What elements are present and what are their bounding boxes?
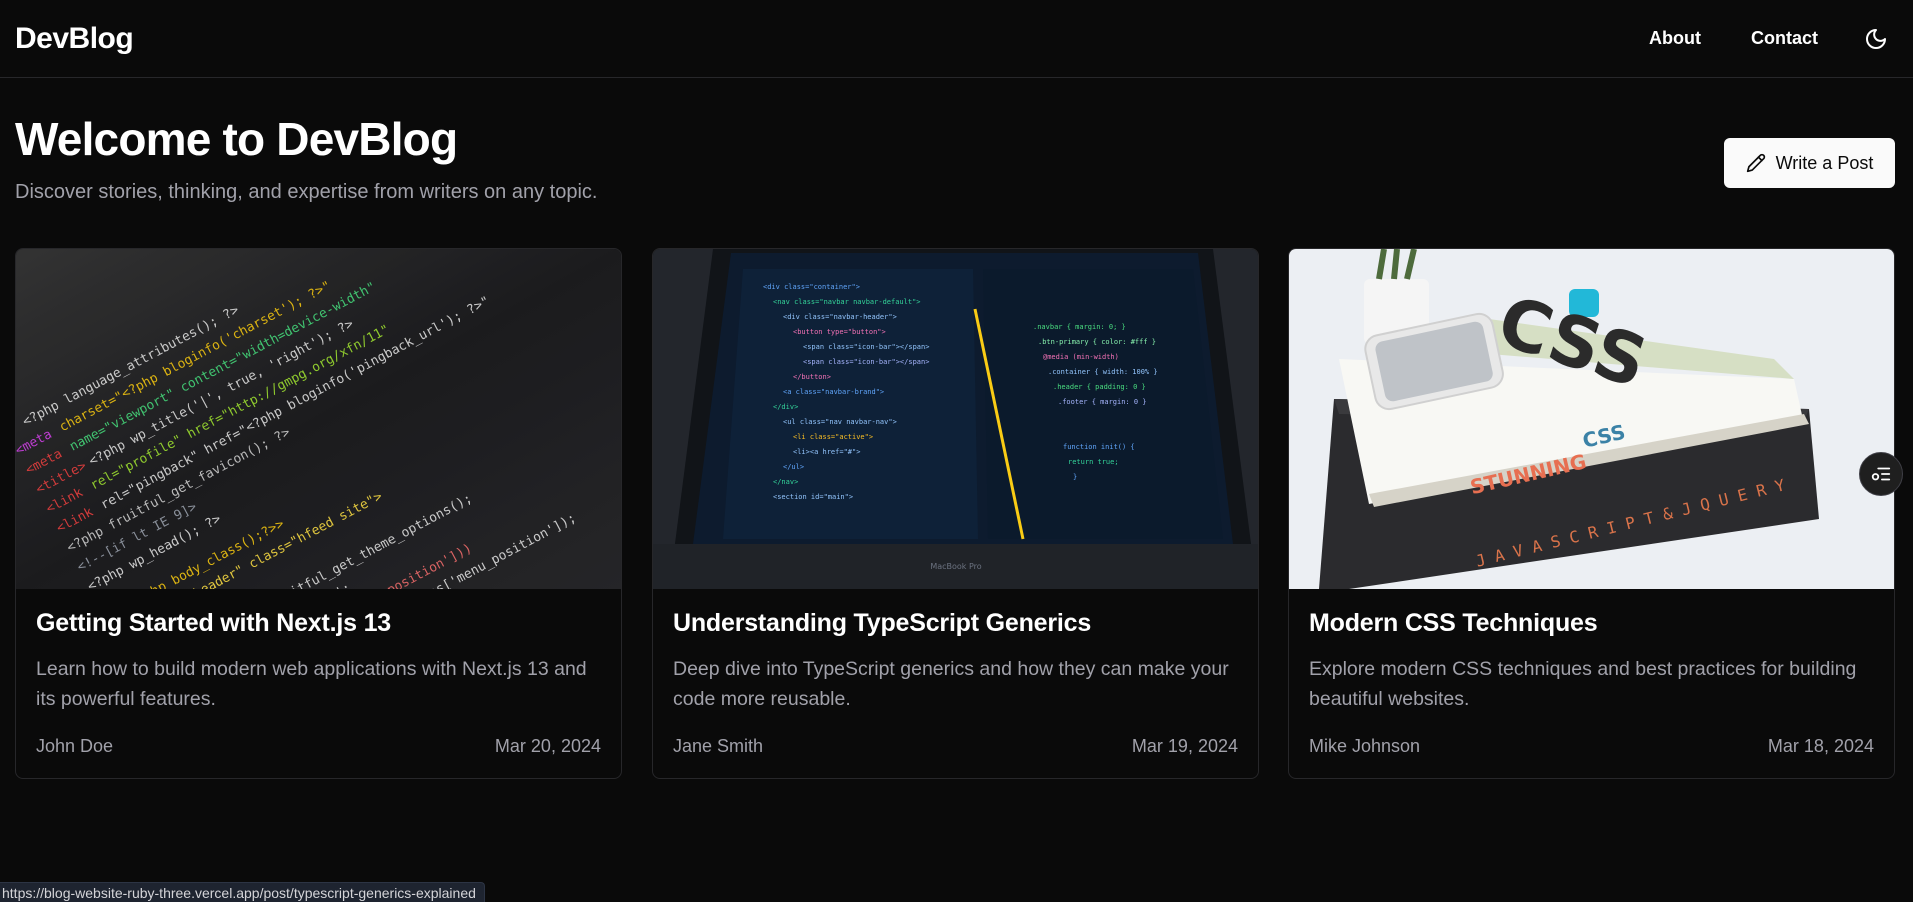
post-author: Mike Johnson <box>1309 736 1421 756</box>
list-filter-icon <box>1871 467 1891 481</box>
page-title: Welcome to DevBlog <box>15 113 458 165</box>
moon-icon <box>1866 28 1886 49</box>
post-card[interactable]: <div class="container"> <nav class="navb… <box>652 248 1259 779</box>
svg-text:<button type="button">: <button type="button"> <box>793 328 886 336</box>
svg-text:return true;: return true; <box>1068 458 1119 466</box>
svg-text:.navbar { margin: 0; }: .navbar { margin: 0; } <box>1033 323 1126 331</box>
site-header: DevBlog About Contact <box>0 0 1913 78</box>
svg-text:<ul class="nav navbar-nav">: <ul class="nav navbar-nav"> <box>783 418 897 426</box>
post-meta: John Doe Mar 20, 2024 <box>36 736 601 757</box>
status-bar-url: https://blog-website-ruby-three.vercel.a… <box>0 882 485 902</box>
post-date: Mar 20, 2024 <box>494 736 601 756</box>
post-card[interactable]: J A V A S C R I P T & J Q U E R Y STUNNI… <box>1288 248 1895 779</box>
nav-link-contact[interactable]: Contact <box>1751 28 1818 49</box>
svg-text:</nav>: </nav> <box>773 478 798 486</box>
write-post-button[interactable]: Write a Post <box>1724 138 1895 188</box>
svg-text:.footer { margin: 0 }: .footer { margin: 0 } <box>1058 398 1147 406</box>
svg-text:</button>: </button> <box>793 373 831 381</box>
svg-text:<nav class="navbar navbar-defa: <nav class="navbar navbar-default"> <box>773 298 921 306</box>
svg-text:}: } <box>1073 473 1077 481</box>
svg-text:.container { width: 100% }: .container { width: 100% } <box>1048 368 1158 376</box>
post-title[interactable]: Modern CSS Techniques <box>1309 609 1874 638</box>
post-date: Mar 19, 2024 <box>1131 736 1238 756</box>
post-card[interactable]: <?php language_attributes(); ?> <meta cha… <box>15 248 622 779</box>
post-excerpt: Deep dive into TypeScript generics and h… <box>673 658 1229 710</box>
svg-text:.btn-primary { color: #fff }: .btn-primary { color: #fff } <box>1038 338 1156 346</box>
svg-text:<a class="navbar-brand">: <a class="navbar-brand"> <box>783 388 884 396</box>
svg-text:</ul>: </ul> <box>783 463 804 471</box>
post-meta: Mike Johnson Mar 18, 2024 <box>1309 736 1874 757</box>
svg-text:<li><a href="#">: <li><a href="#"> <box>793 448 860 456</box>
post-card-body: Modern CSS Techniques Explore modern CSS… <box>1289 589 1894 714</box>
write-post-label: Write a Post <box>1775 152 1874 173</box>
svg-text:<span class="icon-bar"></span>: <span class="icon-bar"></span> <box>803 343 929 351</box>
post-date: Mar 18, 2024 <box>1767 736 1874 756</box>
post-author: Jane Smith <box>673 736 764 756</box>
nav-link-about[interactable]: About <box>1649 28 1701 49</box>
post-title[interactable]: Understanding TypeScript Generics <box>673 609 1238 638</box>
post-author: John Doe <box>36 736 114 756</box>
svg-text:<div class="navbar-header">: <div class="navbar-header"> <box>783 313 897 321</box>
svg-text:<li class="active">: <li class="active"> <box>793 433 873 441</box>
svg-text:@media (min-width): @media (min-width) <box>1043 353 1119 361</box>
page-subtitle: Discover stories, thinking, and expertis… <box>15 181 598 203</box>
post-cover-image: <?php language_attributes(); ?> <meta cha… <box>16 249 621 589</box>
svg-text:MacBook Pro: MacBook Pro <box>930 562 981 571</box>
svg-text:<section id="main">: <section id="main"> <box>773 493 853 501</box>
theme-toggle-button[interactable] <box>1858 21 1894 57</box>
post-excerpt: Explore modern CSS techniques and best p… <box>1309 658 1857 710</box>
post-excerpt: Learn how to build modern web applicatio… <box>36 658 587 710</box>
floating-menu-button[interactable] <box>1859 452 1903 496</box>
post-card-body: Understanding TypeScript Generics Deep d… <box>653 589 1258 714</box>
svg-text:</div>: </div> <box>773 403 798 411</box>
post-meta: Jane Smith Mar 19, 2024 <box>673 736 1238 757</box>
post-card-body: Getting Started with Next.js 13 Learn ho… <box>16 589 621 714</box>
post-title[interactable]: Getting Started with Next.js 13 <box>36 609 601 638</box>
svg-text:function init() {: function init() { <box>1063 443 1135 451</box>
svg-text:<span class="icon-bar"></span>: <span class="icon-bar"></span> <box>803 358 929 366</box>
post-cover-image: <div class="container"> <nav class="navb… <box>653 249 1258 589</box>
svg-text:.header { padding: 0 }: .header { padding: 0 } <box>1053 383 1146 391</box>
svg-text:<div class="container">: <div class="container"> <box>763 283 860 291</box>
site-logo[interactable]: DevBlog <box>15 22 134 56</box>
pencil-icon <box>1746 153 1765 173</box>
post-cover-image: J A V A S C R I P T & J Q U E R Y STUNNI… <box>1289 249 1894 589</box>
main-nav: About Contact <box>1599 0 1898 78</box>
